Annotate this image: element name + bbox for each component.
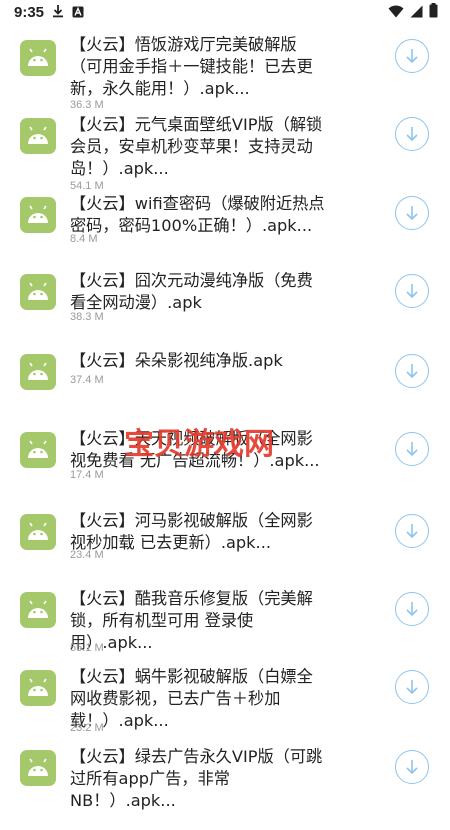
apk-title: 【火云】wifi查密码（爆破附近热点密码，密码100%正确！）.apk... <box>70 194 325 235</box>
android-icon <box>20 432 56 468</box>
android-icon <box>20 354 56 390</box>
android-icon <box>20 750 56 786</box>
arrow-down-icon <box>406 602 418 617</box>
a-letter-icon <box>72 3 84 22</box>
list-item[interactable]: 【火云】河马影视破解版（全网影视秒加载 已去更新）.apk... 23.4 M <box>0 511 450 594</box>
android-icon <box>20 40 56 76</box>
arrow-down-icon <box>406 760 418 775</box>
download-button[interactable] <box>395 750 429 784</box>
list-item[interactable]: 【火云】wifi查密码（爆破附近热点密码，密码100%正确！）.apk... 8… <box>0 189 450 269</box>
apk-title: 【火云】河马影视破解版（全网影视秒加载 已去更新）.apk... <box>70 511 313 552</box>
apk-title: 【火云】蜗牛影视破解版（白嫖全网收费影视，已去广告＋秒加载！）.apk... <box>70 667 313 730</box>
arrow-down-icon <box>406 206 418 221</box>
android-icon <box>20 592 56 628</box>
status-time: 9:35 <box>14 3 45 21</box>
apk-title: 【火云】绿去广告永久VIP版（可跳过所有app广告，非常NB！）.apk... <box>70 747 323 810</box>
apk-title: 【火云】囧次元动漫纯净版（免费看全网动漫）.apk <box>70 271 313 312</box>
android-icon <box>20 118 56 154</box>
arrow-down-icon <box>406 442 418 457</box>
arrow-down-icon <box>406 49 418 64</box>
list-item[interactable]: 【火云】绿去广告永久VIP版（可跳过所有app广告，非常NB！）.apk... <box>0 747 450 830</box>
apk-title: 【火云】悟饭游戏厅完美破解版（可用金手指＋一键技能！已去更新，永久能用！）.ap… <box>70 35 313 98</box>
wifi-icon <box>388 3 404 22</box>
download-button[interactable] <box>395 432 429 466</box>
status-bar: 9:35 <box>0 0 450 24</box>
download-button[interactable] <box>395 39 429 73</box>
arrow-down-icon <box>406 524 418 539</box>
download-button[interactable] <box>395 117 429 151</box>
apk-title: 【火云】酷我音乐修复版（完美解锁，所有机型可用 登录使用）.apk... <box>70 589 313 652</box>
download-button[interactable] <box>395 670 429 704</box>
apk-title: 【火云】元气桌面壁纸VIP版（解锁会员，安卓机秒变苹果！支持灵动岛！）.apk.… <box>70 115 323 178</box>
android-icon <box>20 514 56 550</box>
list-item[interactable]: 【火云】囧次元动漫纯净版（免费看全网动漫）.apk 38.3 M <box>0 271 450 354</box>
apk-size: 23.4 M <box>70 549 104 561</box>
arrow-down-icon <box>406 284 418 299</box>
signal-icon <box>410 3 423 22</box>
arrow-down-icon <box>406 364 418 379</box>
apk-size: 17.4 M <box>70 469 104 481</box>
arrow-down-icon <box>406 680 418 695</box>
download-button[interactable] <box>395 274 429 308</box>
list-item[interactable]: 【火云】元气桌面壁纸VIP版（解锁会员，安卓机秒变苹果！支持灵动岛！）.apk.… <box>0 110 450 192</box>
list-item[interactable]: 【火云】酷我音乐修复版（完美解锁，所有机型可用 登录使用）.apk... 55.… <box>0 589 450 672</box>
watermark-text: 宝贝游戏网 <box>124 427 274 462</box>
android-icon <box>20 274 56 310</box>
download-button[interactable] <box>395 354 429 388</box>
battery-icon <box>429 2 438 22</box>
apk-size: 23.2 M <box>70 722 104 734</box>
list-item[interactable]: 【火云】悟饭游戏厅完美破解版（可用金手指＋一键技能！已去更新，永久能用！）.ap… <box>0 32 450 112</box>
android-icon <box>20 670 56 706</box>
arrow-down-icon <box>406 127 418 142</box>
list-item[interactable]: 【火云】蜗牛影视破解版（白嫖全网收费影视，已去广告＋秒加载！）.apk... 2… <box>0 667 450 750</box>
apk-size: 37.4 M <box>70 374 104 386</box>
apk-title: 【火云】朵朵影视纯净版.apk <box>70 351 283 370</box>
download-button[interactable] <box>395 196 429 230</box>
download-button[interactable] <box>395 514 429 548</box>
apk-size: 38.3 M <box>70 311 104 323</box>
android-icon <box>20 197 56 233</box>
download-button[interactable] <box>395 592 429 626</box>
apk-size: 8.4 M <box>70 233 98 245</box>
apk-size: 55.1 M <box>70 642 104 654</box>
download-icon <box>52 3 64 22</box>
